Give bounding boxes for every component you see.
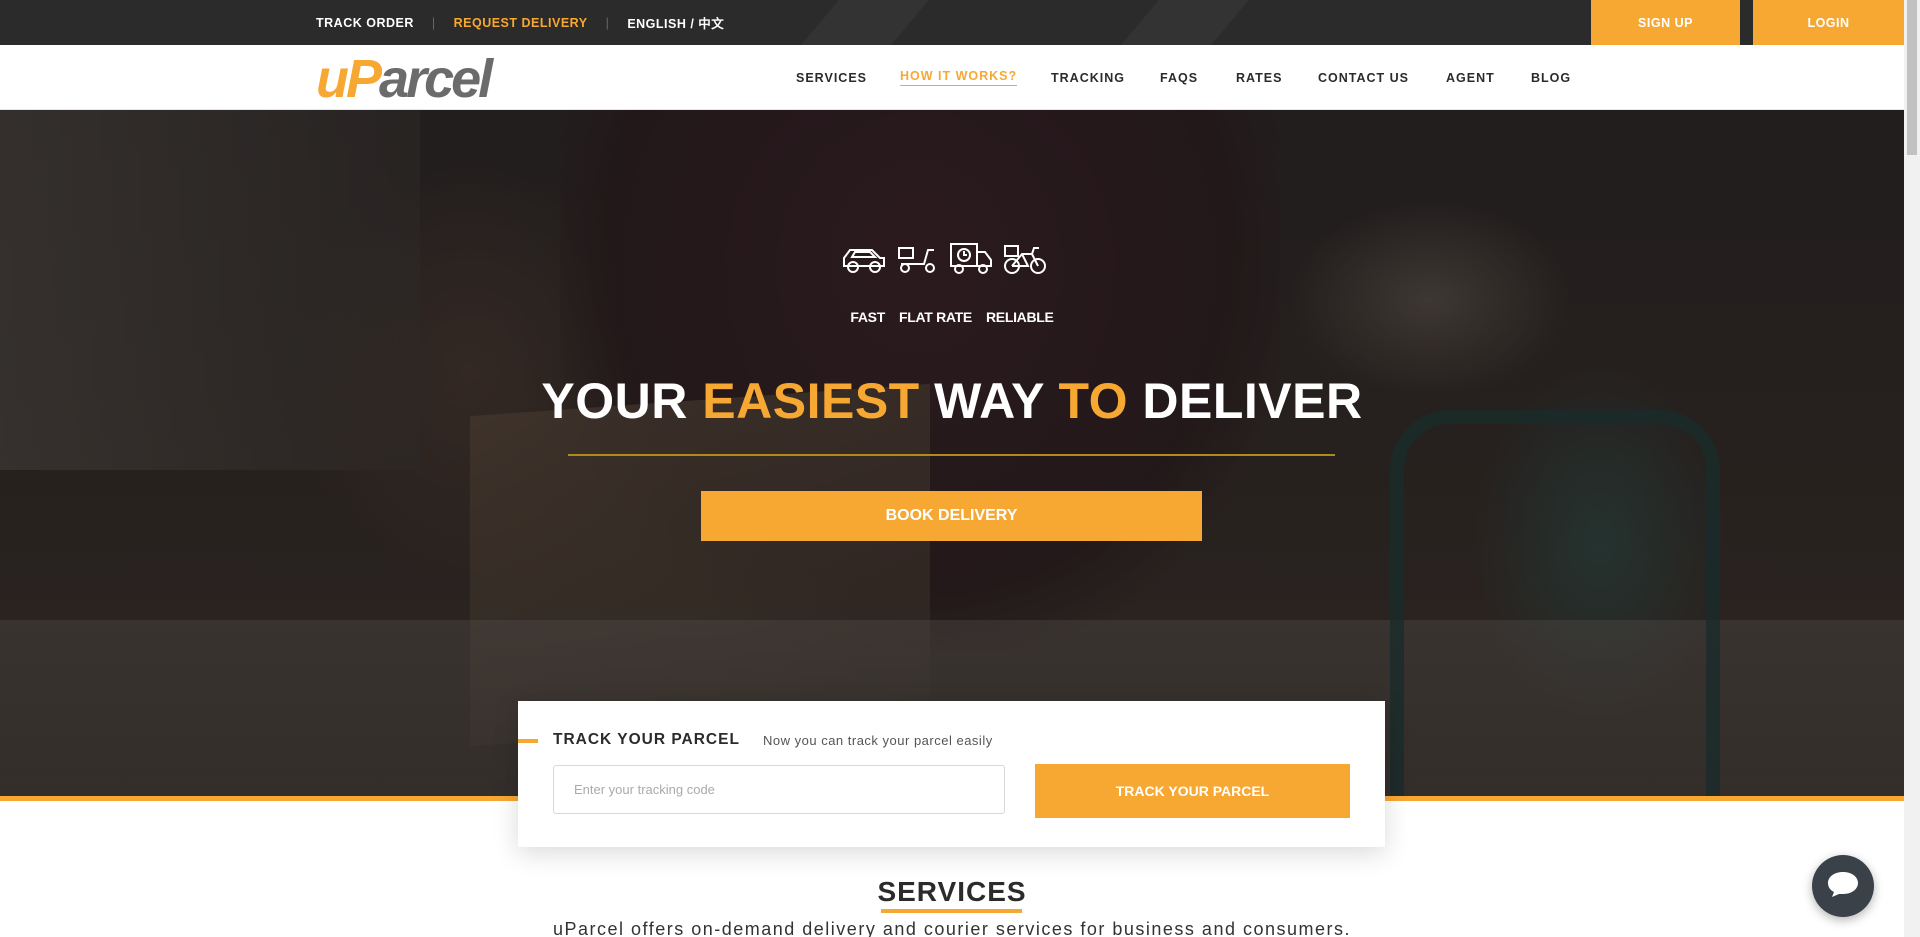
page-scrollbar[interactable] [1904,0,1920,937]
nav-item-faqs[interactable]: FAQS [1160,71,1198,85]
login-button[interactable]: LOGIN [1753,0,1904,45]
track-parcel-card: TRACK YOUR PARCEL Now you can track your… [518,701,1385,847]
track-parcel-button[interactable]: TRACK YOUR PARCEL [1035,764,1350,818]
nav-item-how-it-works[interactable]: HOW IT WORKS? [900,69,1018,86]
track-card-subtitle: Now you can track your parcel easily [763,733,993,748]
services-heading: SERVICES [877,876,1027,907]
hero-banner: FAST FLAT RATE RELIABLE YOUR EASIEST WAY… [0,110,1904,796]
nav-item-rates[interactable]: RATES [1236,71,1282,85]
nav-item-blog[interactable]: BLOG [1531,71,1571,85]
scrollbar-thumb[interactable] [1907,0,1917,155]
tagline-flat-rate: FLAT RATE [898,309,972,325]
headline-word: YOUR [541,373,688,429]
headline-word: WAY [934,373,1045,429]
title-accent-bar [518,739,538,743]
decorative-stripe [1121,0,1249,45]
language-switch-link[interactable]: ENGLISH / 中文 [627,13,724,32]
hero-overlay [0,110,1904,796]
nav-item-services[interactable]: SERVICES [796,71,867,85]
services-description: uParcel offers on-demand delivery and co… [553,919,1351,937]
headline-divider [568,454,1335,456]
divider: | [605,15,610,30]
hero-headline: YOUR EASIEST WAY TO DELIVER [0,372,1904,430]
nav-item-contact-us[interactable]: CONTACT US [1318,71,1409,85]
car-icon [840,240,888,281]
divider: | [431,15,436,30]
hero-taglines: FAST FLAT RATE RELIABLE [0,309,1904,325]
vehicle-icons [840,238,1050,282]
scooter-icon [896,240,940,281]
headline-word: DELIVER [1142,373,1363,429]
top-links: TRACK ORDER | REQUEST DELIVERY | ENGLISH… [316,0,724,45]
headline-word-highlight: EASIEST [702,373,920,429]
live-chat-button[interactable] [1812,855,1874,917]
main-navbar: u Parcel SERVICES HOW IT WORKS? TRACKING … [0,45,1904,110]
bicycle-icon [1002,240,1048,281]
van-icon [948,240,994,281]
book-delivery-button[interactable]: BOOK DELIVERY [701,491,1202,541]
track-card-title: TRACK YOUR PARCEL [553,731,740,748]
track-order-link[interactable]: TRACK ORDER [316,16,414,30]
tracking-code-input[interactable] [553,765,1005,814]
services-heading-underline [881,909,1022,913]
decorative-stripe [801,0,929,45]
headline-word-highlight: TO [1058,373,1128,429]
nav-item-agent[interactable]: AGENT [1446,71,1495,85]
chat-icon [1826,869,1860,904]
tagline-fast: FAST [850,309,885,325]
primary-nav: SERVICES HOW IT WORKS? TRACKING FAQS RAT… [0,45,1904,110]
request-delivery-link[interactable]: REQUEST DELIVERY [454,16,588,30]
nav-item-tracking[interactable]: TRACKING [1051,71,1125,85]
sign-up-button[interactable]: SIGN UP [1591,0,1740,45]
tagline-reliable: RELIABLE [985,309,1054,325]
